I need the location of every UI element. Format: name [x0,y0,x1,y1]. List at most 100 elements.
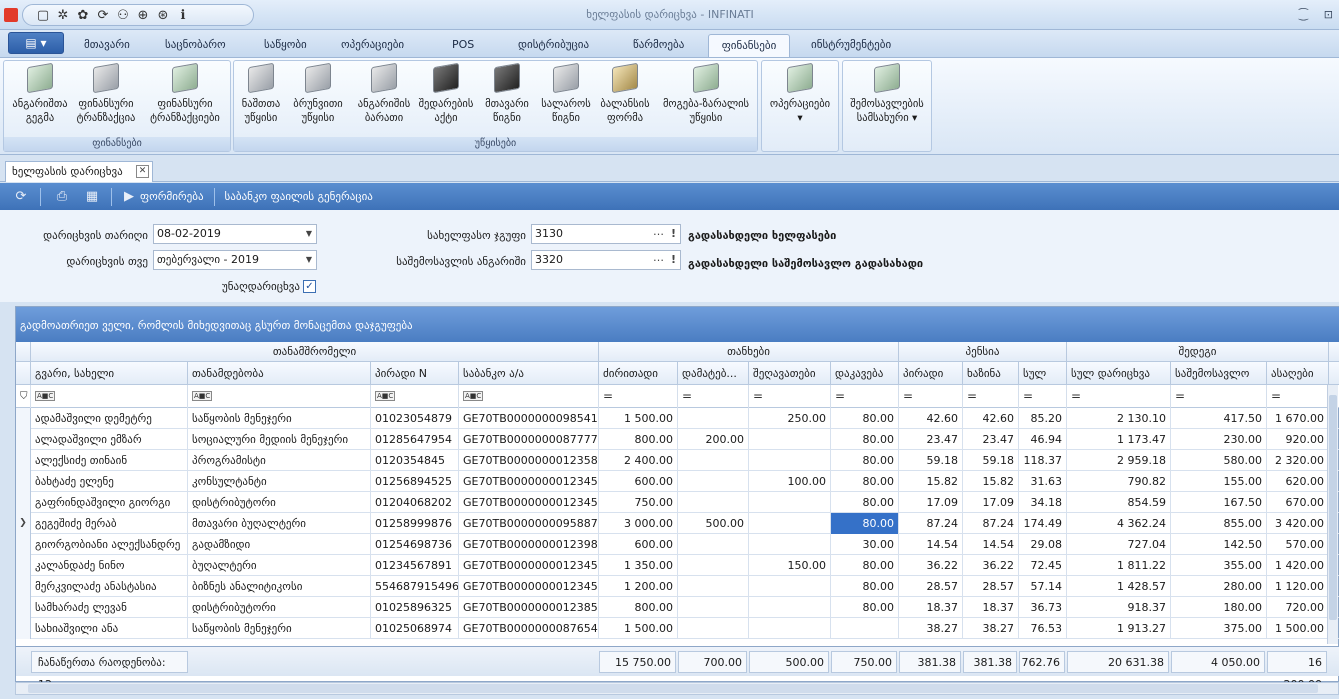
column-header-col-deduction[interactable]: დაკავება [831,362,899,385]
tab-production[interactable]: წარმოება [633,34,684,57]
cell-col-bank-account[interactable]: GE70TB0000000012385522 [459,597,599,618]
cell-col-total-accrued[interactable]: 854.59 [1067,492,1171,513]
maximize-icon[interactable]: ⊡ [1324,8,1333,21]
cell-col-base[interactable]: 750.00 [599,492,678,513]
table-row[interactable]: მერკვილაძე ანასტასია ბიზნეს ანალიტიკოსი 55… [16,576,1339,597]
cell-col-pension-personal[interactable]: 42.60 [899,408,963,429]
column-header-col-position[interactable]: თანამდებობა [188,362,371,385]
cell-col-pension-treasury[interactable]: 17.09 [963,492,1019,513]
cell-col-pension-total[interactable]: 46.94 [1019,429,1067,450]
column-header-col-total-accrued[interactable]: სულ დარიცხვა [1067,362,1171,385]
vertical-scrollbar[interactable] [1327,385,1338,644]
filter-cell-col-payable[interactable]: = [1267,385,1329,408]
tab-references[interactable]: საცნობარო [165,34,226,57]
cell-col-additional[interactable] [678,576,749,597]
cash-book-button[interactable]: სალაროს წიგნი [538,62,594,125]
table-row[interactable]: კალანდაძე ნინო ბუღალტერი 01234567891 GE70TB… [16,555,1339,576]
cell-col-personal-id[interactable]: 01234567891 [371,555,459,576]
cell-col-name[interactable]: ბახტაძე ელენე [31,471,188,492]
group-panel[interactable]: გადმოათრიეთ ველი, რომლის მიხედვითაც გსურ… [16,307,1339,342]
cell-col-pension-treasury[interactable]: 18.37 [963,597,1019,618]
tab-warehouse[interactable]: საწყობი [264,34,307,57]
cell-col-pension-total[interactable]: 57.14 [1019,576,1067,597]
column-header-col-income-tax[interactable]: საშემოსავლო [1171,362,1267,385]
cell-col-pension-total[interactable]: 76.53 [1019,618,1067,639]
cell-col-deduction[interactable]: 30.00 [831,534,899,555]
column-header-col-pension-total[interactable]: სულ [1019,362,1067,385]
clear-icon[interactable]: ! [671,251,676,269]
cell-col-income-tax[interactable]: 375.00 [1171,618,1267,639]
cell-col-additional[interactable]: 500.00 [678,513,749,534]
new-doc-icon[interactable]: ▢ [35,7,51,23]
cell-col-benefits[interactable]: 150.00 [749,555,831,576]
cell-col-pension-total[interactable]: 72.45 [1019,555,1067,576]
cell-col-position[interactable]: პროგრამისტი [188,450,371,471]
filter-cell-col-deduction[interactable]: = [831,385,899,408]
account-card-button[interactable]: ანგარიშის ბარათი [352,62,416,125]
cell-col-income-tax[interactable]: 155.00 [1171,471,1267,492]
filter-cell-col-position[interactable]: A■C [188,385,371,408]
cell-col-income-tax[interactable]: 142.50 [1171,534,1267,555]
info-icon[interactable]: ℹ [175,7,191,23]
cell-col-additional[interactable] [678,597,749,618]
cell-col-pension-personal[interactable]: 59.18 [899,450,963,471]
cell-col-benefits[interactable]: 250.00 [749,408,831,429]
tab-main[interactable]: მთავარი [84,34,130,57]
cell-col-additional[interactable] [678,618,749,639]
cell-col-benefits[interactable] [749,618,831,639]
cell-col-pension-personal[interactable]: 18.37 [899,597,963,618]
clear-icon[interactable]: ! [671,225,676,243]
row-indicator[interactable] [16,492,31,513]
column-header-col-bank-account[interactable]: საბანკო ა/ა [459,362,599,385]
document-tab[interactable]: ხელფასის დარიცხვა ✕ [5,161,153,182]
cell-col-benefits[interactable] [749,513,831,534]
cell-col-personal-id[interactable]: 5546879154967 [371,576,459,597]
filter-cell-col-bank-account[interactable]: A■C [459,385,599,408]
cell-col-benefits[interactable] [749,576,831,597]
cell-col-personal-id[interactable]: 01204068202 [371,492,459,513]
filter-cell-col-pension-treasury[interactable]: = [963,385,1019,408]
row-indicator[interactable] [16,534,31,555]
excel-icon[interactable]: ▦ [83,188,101,206]
cell-col-total-accrued[interactable]: 4 362.24 [1067,513,1171,534]
cell-col-total-accrued[interactable]: 2 130.10 [1067,408,1171,429]
band-employee[interactable]: თანამშრომელი [31,342,599,362]
cell-col-deduction[interactable]: 80.00 [831,555,899,576]
cell-col-base[interactable]: 1 500.00 [599,408,678,429]
cell-col-pension-total[interactable]: 36.73 [1019,597,1067,618]
cell-col-pension-total[interactable]: 85.20 [1019,408,1067,429]
cell-col-payable[interactable]: 1 500.00 [1267,618,1329,639]
balance-form-button[interactable]: ბალანსის ფორმა [596,62,654,125]
row-indicator[interactable] [16,597,31,618]
cell-col-income-tax[interactable]: 855.00 [1171,513,1267,534]
cell-col-personal-id[interactable]: 01258999876 [371,513,459,534]
cell-col-position[interactable]: დისტრიბუტორი [188,597,371,618]
row-indicator[interactable] [16,450,31,471]
table-row[interactable]: ალადაშვილი ემზარ სოციალური მედიის მენეჯერ… [16,429,1339,450]
cell-col-pension-treasury[interactable]: 14.54 [963,534,1019,555]
column-header-col-pension-personal[interactable]: პირადი [899,362,963,385]
cell-col-name[interactable]: სახიაშვილი ანა [31,618,188,639]
cell-col-personal-id[interactable]: 01285647954 [371,429,459,450]
cell-col-bank-account[interactable]: GE70TB0000000098541678 [459,408,599,429]
cell-col-bank-account[interactable]: GE70TB0000000012358878 [459,450,599,471]
cell-col-deduction[interactable]: 80.00 [831,408,899,429]
cell-col-total-accrued[interactable]: 1 173.47 [1067,429,1171,450]
cell-col-bank-account[interactable]: GE70TB0000000087777678 [459,429,599,450]
cell-col-additional[interactable] [678,534,749,555]
cell-col-name[interactable]: გიორგობიანი ალექსანდრე [31,534,188,555]
cell-col-total-accrued[interactable]: 790.82 [1067,471,1171,492]
cell-col-bank-account[interactable]: GE70TB0000000095887478 [459,513,599,534]
cell-col-payable[interactable]: 3 420.00 [1267,513,1329,534]
table-row[interactable]: გაფრინდაშვილი გიორგი დისტრიბუტორი 01204068… [16,492,1339,513]
cell-col-payable[interactable]: 920.00 [1267,429,1329,450]
cell-col-deduction[interactable]: 80.00 [831,429,899,450]
cell-col-pension-treasury[interactable]: 59.18 [963,450,1019,471]
filter-cell-col-additional[interactable]: = [678,385,749,408]
cash-checkbox[interactable]: ✓ [303,280,316,293]
bank-file-button[interactable]: საბანკო ფაილის გენერაცია [225,190,373,203]
cell-col-personal-id[interactable]: 01025068974 [371,618,459,639]
cell-col-bank-account[interactable]: GE70TB0000000087654321 [459,618,599,639]
cell-col-bank-account[interactable]: GE70TB0000000012398756 [459,534,599,555]
cell-col-base[interactable]: 2 400.00 [599,450,678,471]
